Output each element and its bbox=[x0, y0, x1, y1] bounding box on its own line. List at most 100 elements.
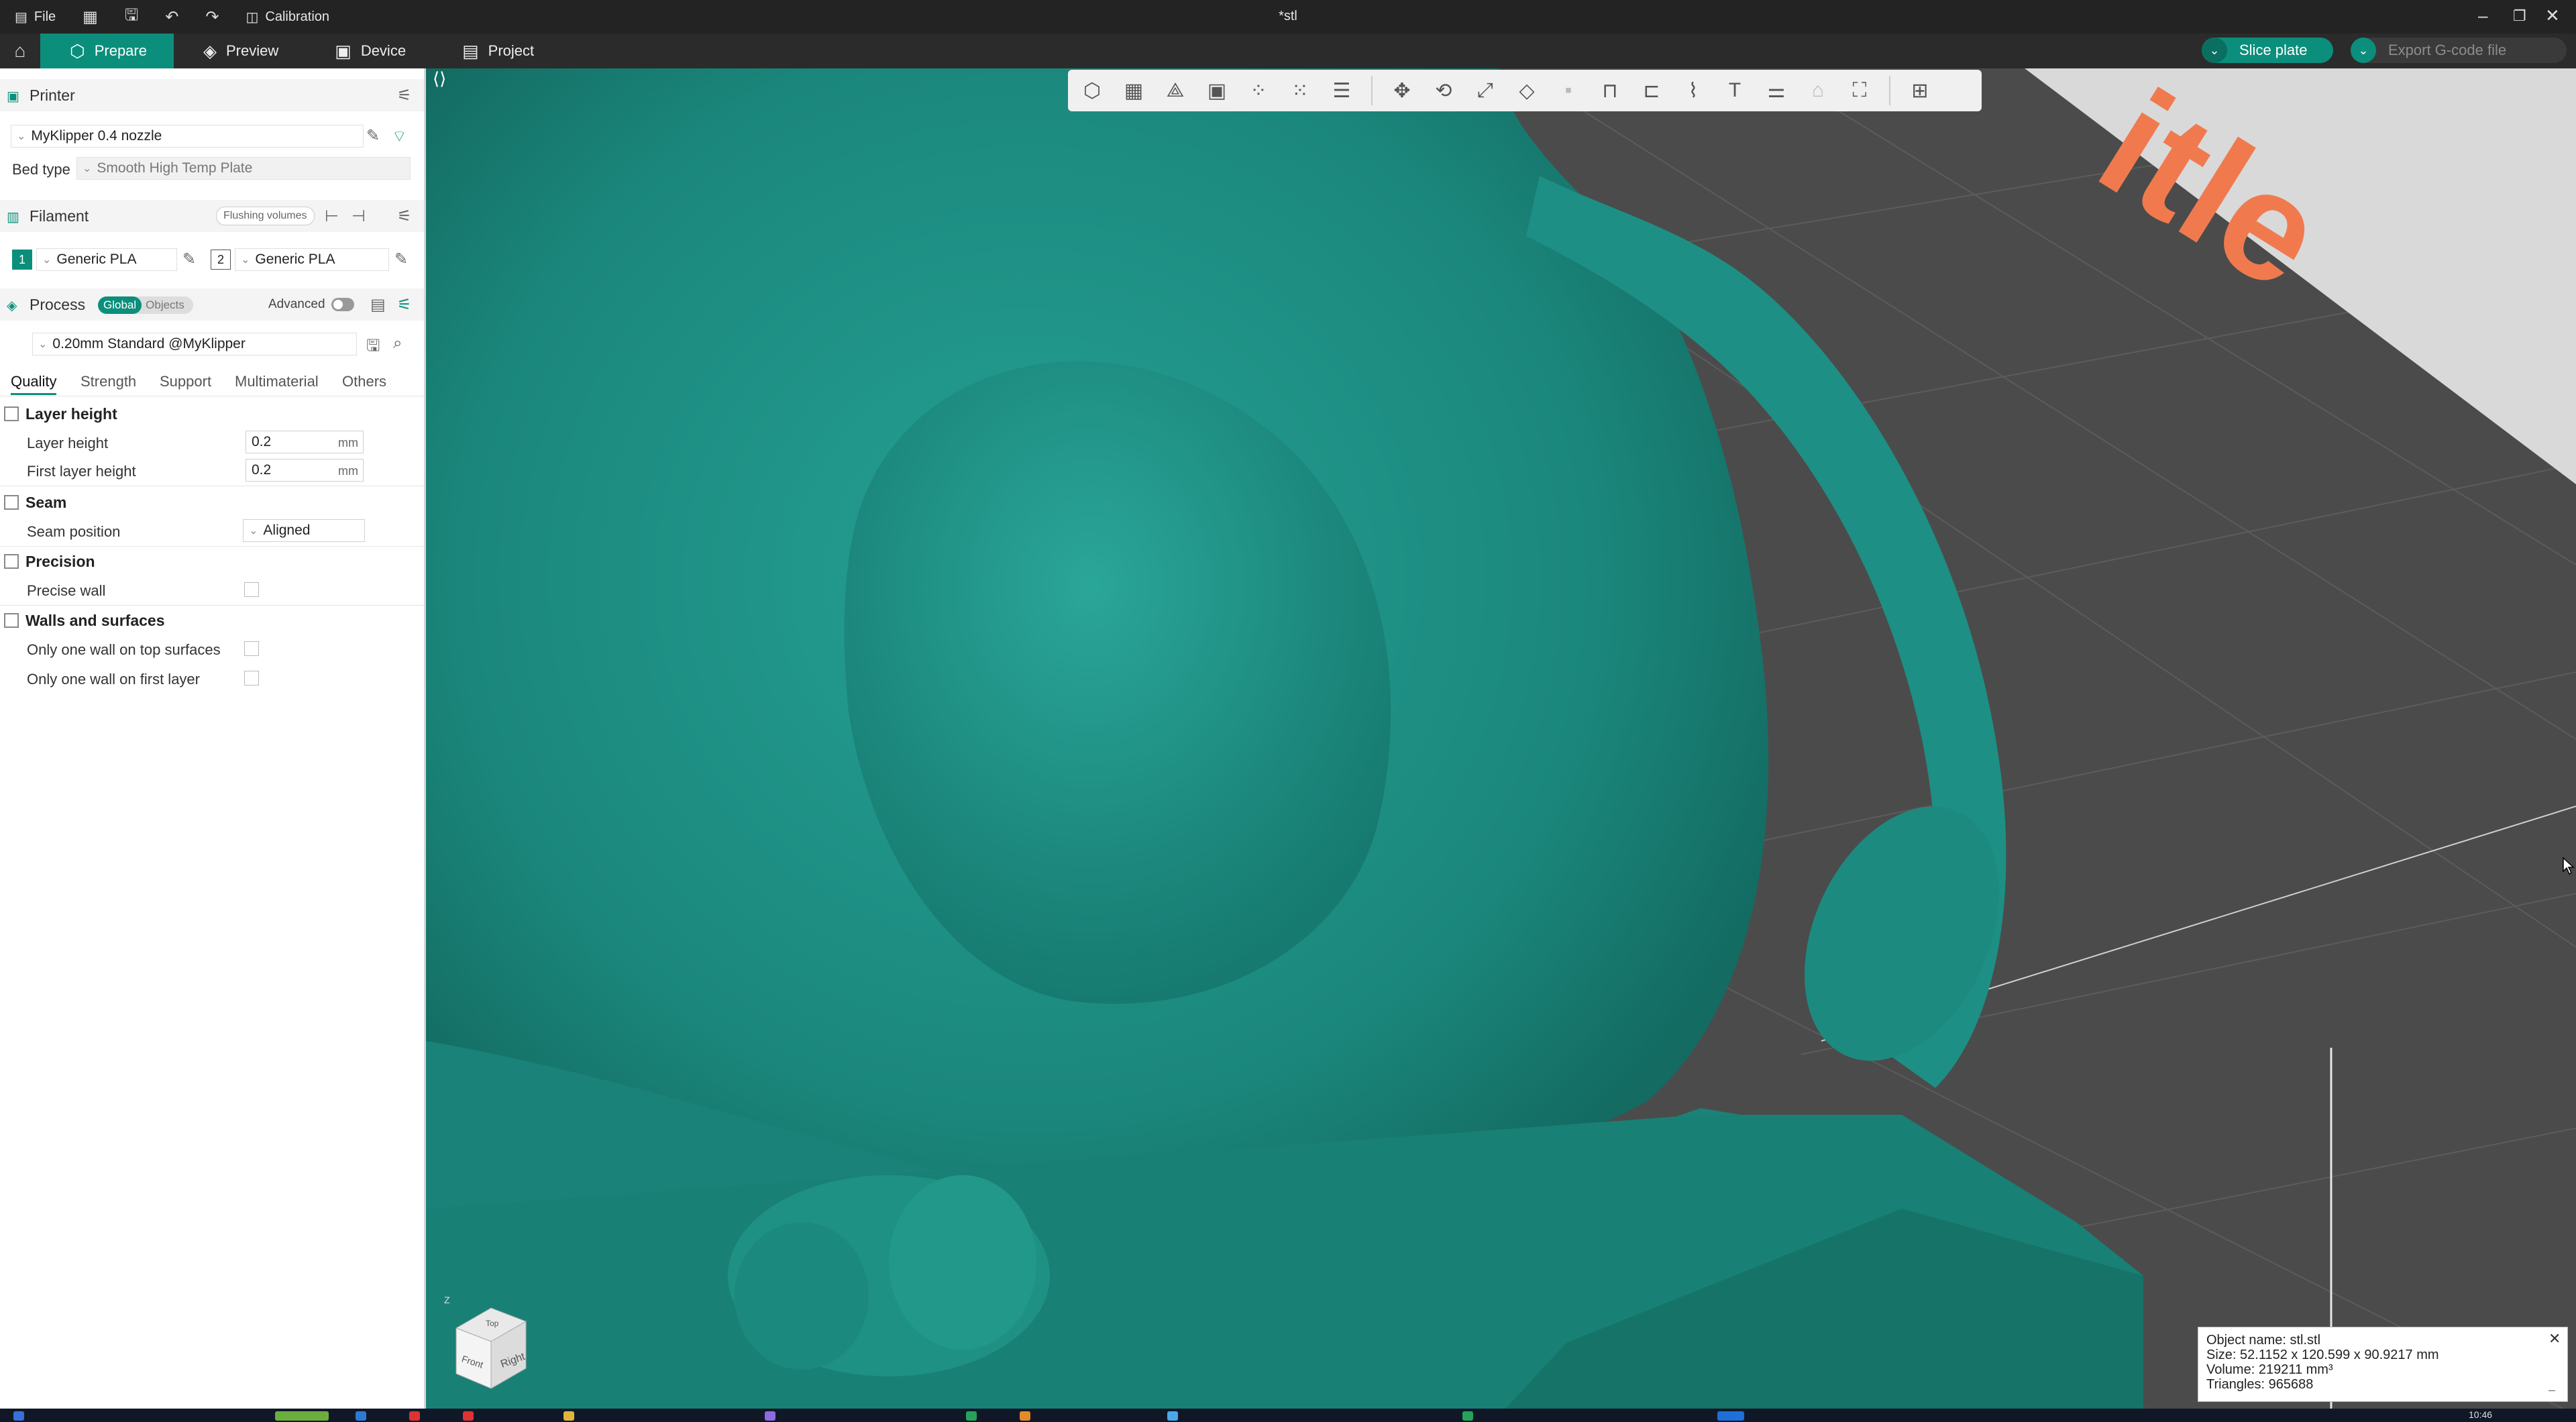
redo-icon[interactable]: ↷ bbox=[205, 7, 219, 27]
menu-icon: ▤ bbox=[15, 9, 28, 25]
collapse-sidebar-icon[interactable]: ⟨⟩ bbox=[433, 69, 446, 89]
taskbar-app-icon[interactable] bbox=[1167, 1411, 1178, 1421]
search-icon[interactable]: ⌕ bbox=[393, 334, 402, 353]
precise-wall-checkbox[interactable] bbox=[244, 582, 259, 597]
settings-panel: ▣ Printer ⚟ ⌄ MyKlipper 0.4 nozzle ✎ ⌔ B… bbox=[0, 68, 426, 1415]
main-tab-bar: ⌂ ⬡ Prepare ◈ Preview ▣ Device ▤ Project bbox=[0, 34, 2576, 68]
taskbar-app-icon[interactable] bbox=[463, 1411, 474, 1421]
cut-icon: ▪ bbox=[1564, 79, 1572, 101]
edit-icon[interactable]: ✎ bbox=[366, 126, 380, 146]
process-settings-icon[interactable]: ⚟ bbox=[397, 295, 412, 315]
taskbar-active-app-icon[interactable] bbox=[1717, 1411, 1744, 1421]
text-icon[interactable]: T bbox=[1719, 74, 1751, 107]
taskbar-app-icon[interactable] bbox=[765, 1411, 775, 1421]
taskbar-app-icon[interactable] bbox=[966, 1411, 977, 1421]
tab-support[interactable]: Support bbox=[160, 373, 211, 390]
tab-quality[interactable]: Quality bbox=[11, 373, 57, 395]
filament-slot-1-select[interactable]: ⌄ Generic PLA bbox=[36, 248, 177, 271]
printer-settings-icon[interactable]: ⚟ bbox=[397, 86, 412, 105]
remove-filament-icon[interactable]: ⊣ bbox=[352, 207, 366, 226]
process-preset-select[interactable]: ⌄ 0.20mm Standard @MyKlipper bbox=[32, 333, 357, 356]
layer-height-value: 0.2 bbox=[252, 434, 272, 449]
tab-strength[interactable]: Strength bbox=[80, 373, 136, 390]
compare-icon[interactable]: ▤ bbox=[370, 295, 386, 315]
close-icon[interactable]: ✕ bbox=[2548, 1331, 2561, 1346]
minimize-icon[interactable]: – bbox=[2478, 5, 2487, 26]
file-menu-label: File bbox=[34, 9, 56, 24]
global-objects-toggle[interactable]: Global Objects bbox=[98, 296, 193, 314]
collapse-icon[interactable]: – bbox=[2548, 1382, 2555, 1397]
scale-icon[interactable]: ⤢ bbox=[1469, 74, 1501, 107]
rotate-icon[interactable]: ⟲ bbox=[1428, 74, 1460, 107]
precision-group-title: Precision bbox=[25, 553, 95, 570]
filament-settings-icon[interactable]: ⚟ bbox=[397, 207, 412, 226]
undo-icon[interactable]: ↶ bbox=[165, 7, 178, 27]
split-objects-icon[interactable]: ⁘ bbox=[1242, 74, 1275, 107]
start-icon[interactable] bbox=[13, 1411, 24, 1421]
filament-slot-1-badge[interactable]: 1 bbox=[12, 250, 32, 270]
variable-layer-icon[interactable]: ☰ bbox=[1326, 74, 1358, 107]
taskbar-app-icon[interactable] bbox=[564, 1411, 574, 1421]
restore-icon[interactable]: ❐ bbox=[2513, 7, 2526, 25]
tab-project[interactable]: ▤ Project bbox=[433, 34, 561, 68]
seam-position-select[interactable]: ⌄ Aligned bbox=[243, 519, 365, 542]
home-icon[interactable]: ⌂ bbox=[0, 34, 40, 68]
tab-others[interactable]: Others bbox=[342, 373, 386, 390]
object-info-panel: Object name: stl.stl Size: 52.1152 x 120… bbox=[2198, 1327, 2568, 1402]
add-plate-icon[interactable]: ▦ bbox=[1118, 74, 1150, 107]
lay-on-face-icon[interactable]: ◇ bbox=[1511, 74, 1543, 107]
chevron-down-icon: ⌄ bbox=[241, 254, 250, 266]
export-gcode-button[interactable]: ⌄ Export G-code file bbox=[2351, 38, 2567, 63]
auto-orient-icon[interactable]: ⟁ bbox=[1159, 74, 1191, 107]
save-icon[interactable]: 🖫 bbox=[125, 3, 138, 31]
weather-widget-icon[interactable] bbox=[275, 1411, 329, 1421]
tab-prepare[interactable]: ⬡ Prepare bbox=[40, 34, 174, 68]
one-wall-top-checkbox[interactable] bbox=[244, 641, 259, 656]
add-filament-icon[interactable]: ⊢ bbox=[325, 207, 339, 226]
axis-z-label: Z bbox=[444, 1295, 450, 1305]
taskbar-app-icon[interactable] bbox=[1020, 1411, 1030, 1421]
fit-view-icon[interactable]: ⛶ bbox=[1843, 74, 1876, 107]
one-wall-first-checkbox[interactable] bbox=[244, 671, 259, 686]
move-icon[interactable]: ✥ bbox=[1386, 74, 1418, 107]
edit-icon[interactable]: ✎ bbox=[182, 250, 196, 269]
taskbar-app-icon[interactable] bbox=[409, 1411, 420, 1421]
advanced-toggle[interactable] bbox=[331, 298, 354, 311]
toggle-objects[interactable]: Objects bbox=[142, 296, 189, 314]
filament-slot-2-select[interactable]: ⌄ Generic PLA bbox=[235, 248, 389, 271]
support-paint-icon[interactable]: ⊓ bbox=[1594, 74, 1626, 107]
save-preset-icon[interactable]: 🖫 bbox=[366, 334, 380, 362]
filament-slot-2-badge[interactable]: 2 bbox=[211, 250, 231, 270]
calibration-menu[interactable]: ◫ Calibration bbox=[246, 9, 330, 25]
bed-type-select[interactable]: ⌄ Smooth High Temp Plate bbox=[76, 157, 411, 180]
3d-viewport[interactable]: itle ⟨⟩ bbox=[426, 68, 2576, 1415]
wifi-icon[interactable]: ⌔ bbox=[392, 126, 407, 146]
arrange-icon[interactable]: ▣ bbox=[1201, 74, 1233, 107]
chevron-down-icon[interactable]: ⌄ bbox=[2351, 38, 2376, 63]
notes-icon[interactable]: ▦ bbox=[83, 7, 98, 27]
toggle-global[interactable]: Global bbox=[98, 296, 142, 314]
layout-icon[interactable]: ⊞ bbox=[1904, 74, 1936, 107]
file-menu[interactable]: ▤ File bbox=[15, 9, 56, 25]
first-layer-height-value: 0.2 bbox=[252, 462, 272, 478]
taskbar-app-icon[interactable] bbox=[1462, 1411, 1473, 1421]
process-preset-name: 0.20mm Standard @MyKlipper bbox=[52, 336, 246, 351]
close-window-icon[interactable]: ✕ bbox=[2545, 5, 2560, 26]
model-paw-toe bbox=[889, 1175, 1036, 1350]
split-parts-icon[interactable]: ⁙ bbox=[1284, 74, 1316, 107]
slice-plate-button[interactable]: ⌄ Slice plate bbox=[2202, 38, 2333, 63]
fuzzy-skin-icon[interactable]: ⌇ bbox=[1677, 74, 1709, 107]
add-object-icon[interactable]: ⬡ bbox=[1076, 74, 1108, 107]
tab-multimaterial[interactable]: Multimaterial bbox=[235, 373, 319, 390]
measure-icon[interactable]: ⚌ bbox=[1760, 74, 1792, 107]
seam-paint-icon[interactable]: ⊏ bbox=[1635, 74, 1668, 107]
tab-preview[interactable]: ◈ Preview bbox=[174, 34, 305, 68]
taskbar-app-icon[interactable] bbox=[356, 1411, 366, 1421]
tab-device[interactable]: ▣ Device bbox=[305, 34, 433, 68]
filament-slot-1-name: Generic PLA bbox=[56, 252, 137, 267]
flushing-volumes-button[interactable]: Flushing volumes bbox=[216, 207, 315, 225]
view-navigation-cube[interactable]: Z Front Right Top bbox=[444, 1295, 538, 1395]
edit-icon[interactable]: ✎ bbox=[394, 250, 408, 269]
chevron-down-icon[interactable]: ⌄ bbox=[2202, 38, 2227, 63]
printer-select[interactable]: ⌄ MyKlipper 0.4 nozzle bbox=[11, 125, 364, 148]
